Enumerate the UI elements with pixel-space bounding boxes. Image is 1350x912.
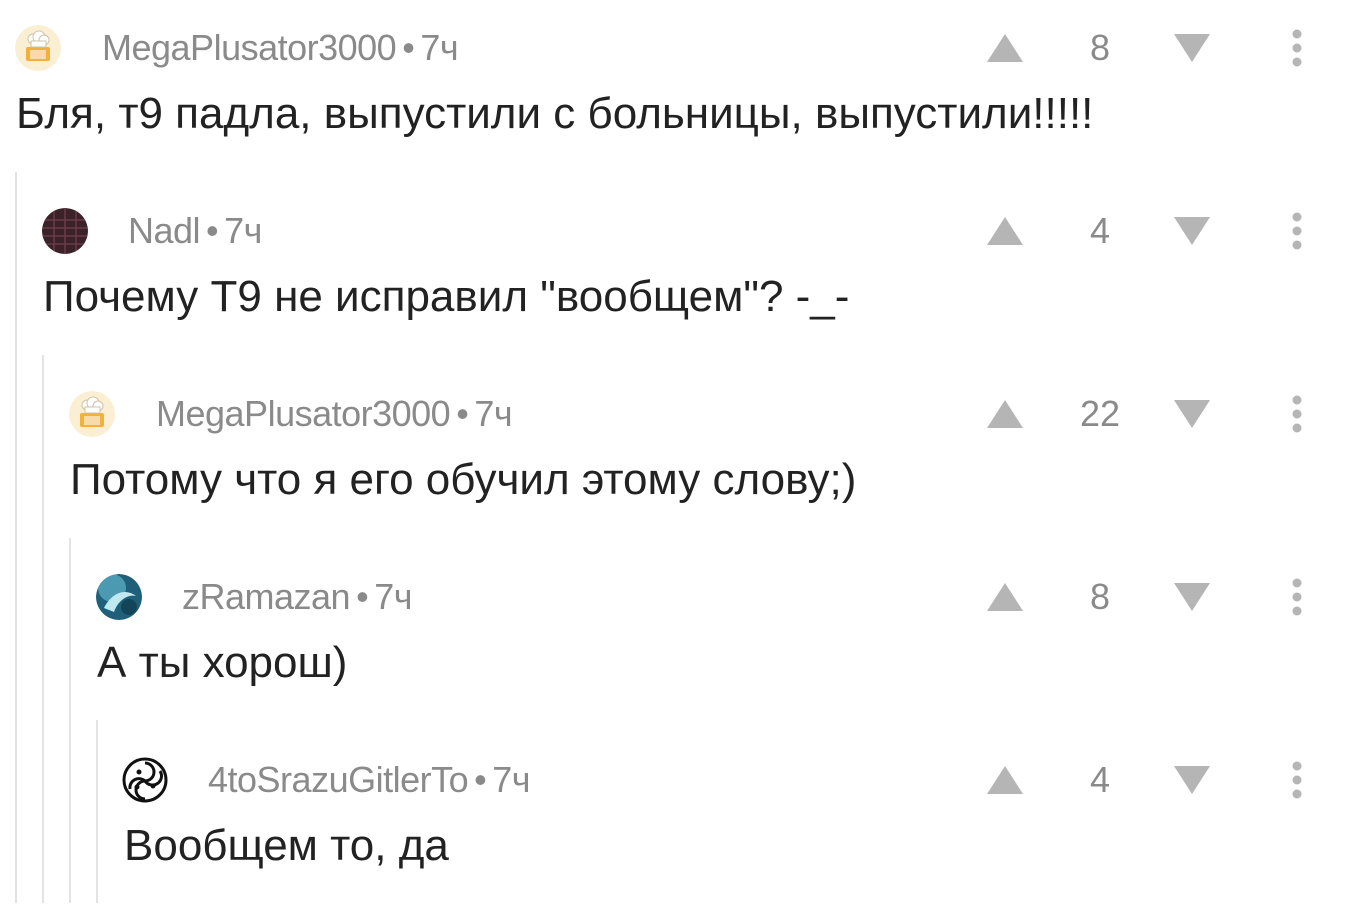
- comment-meta: zRamazan • 7ч: [182, 576, 412, 618]
- comment-meta: MegaPlusator3000 • 7ч: [102, 27, 459, 69]
- dolphin-avatar-icon[interactable]: [96, 574, 142, 620]
- more-options-icon[interactable]: [1282, 394, 1312, 434]
- upvote-icon[interactable]: [985, 394, 1025, 434]
- comment-time: 7ч: [374, 576, 412, 617]
- comment-rating: 22: [1079, 393, 1121, 434]
- comment-time: 7ч: [474, 393, 513, 434]
- comment-author[interactable]: MegaPlusator3000: [102, 27, 397, 68]
- upvote-icon[interactable]: [985, 28, 1025, 68]
- downvote-icon[interactable]: [1172, 28, 1212, 68]
- comment-rating: 4: [1089, 759, 1111, 800]
- comment: MegaPlusator3000 • 7ч 22 Потому что я его …: [0, 366, 1350, 546]
- upvote-icon[interactable]: [985, 577, 1025, 617]
- comment: zRamazan • 7ч 8 А ты хорош): [0, 549, 1350, 729]
- more-options-icon[interactable]: [1282, 760, 1312, 800]
- dark-pattern-avatar-icon[interactable]: [42, 208, 88, 254]
- comment-text: Потому что я его обучил этому слову;): [70, 455, 857, 504]
- comment-rating: 8: [1089, 27, 1111, 68]
- comment-author[interactable]: 4toSrazuGitlerTo: [208, 759, 469, 800]
- more-options-icon[interactable]: [1282, 28, 1312, 68]
- comment-meta: 4toSrazuGitlerTo • 7ч: [208, 759, 531, 801]
- comment-text: Бля, т9 падла, выпустили с больницы, вып…: [16, 89, 1094, 138]
- comment-time: 7ч: [492, 759, 531, 800]
- comment-text: А ты хорош): [97, 638, 348, 687]
- comment-time: 7ч: [224, 210, 262, 251]
- comment-author[interactable]: zRamazan: [182, 576, 351, 617]
- comment-rating: 8: [1089, 576, 1111, 617]
- meta-separator: •: [402, 27, 415, 68]
- chef-avatar-icon[interactable]: [15, 25, 61, 71]
- comment-time: 7ч: [420, 27, 459, 68]
- meta-separator: •: [356, 576, 369, 617]
- meta-separator: •: [456, 393, 469, 434]
- downvote-icon[interactable]: [1172, 394, 1212, 434]
- comment-text: Вообщем то, да: [124, 821, 449, 870]
- comment-meta: Nadl • 7ч: [128, 210, 262, 252]
- comment-author[interactable]: MegaPlusator3000: [156, 393, 451, 434]
- triskelion-avatar-icon[interactable]: [122, 757, 168, 803]
- more-options-icon[interactable]: [1282, 211, 1312, 251]
- downvote-icon[interactable]: [1172, 577, 1212, 617]
- more-options-icon[interactable]: [1282, 577, 1312, 617]
- upvote-icon[interactable]: [985, 211, 1025, 251]
- downvote-icon[interactable]: [1172, 211, 1212, 251]
- downvote-icon[interactable]: [1172, 760, 1212, 800]
- meta-separator: •: [206, 210, 219, 251]
- comment-text: Почему Т9 не исправил "вообщем"? -_-: [43, 272, 850, 321]
- comment: 4toSrazuGitlerTo • 7ч 4 Вообщем то, да: [0, 732, 1350, 912]
- comment-rating: 4: [1089, 210, 1111, 251]
- upvote-icon[interactable]: [985, 760, 1025, 800]
- comment: Nadl • 7ч 4 Почему Т9 не исправил "вообщем…: [0, 183, 1350, 363]
- comment: MegaPlusator3000 • 7ч 8 Бля, т9 падла, вып…: [0, 0, 1350, 180]
- meta-separator: •: [474, 759, 487, 800]
- comment-author[interactable]: Nadl: [128, 210, 201, 251]
- chef-avatar-icon[interactable]: [69, 391, 115, 437]
- comment-meta: MegaPlusator3000 • 7ч: [156, 393, 513, 435]
